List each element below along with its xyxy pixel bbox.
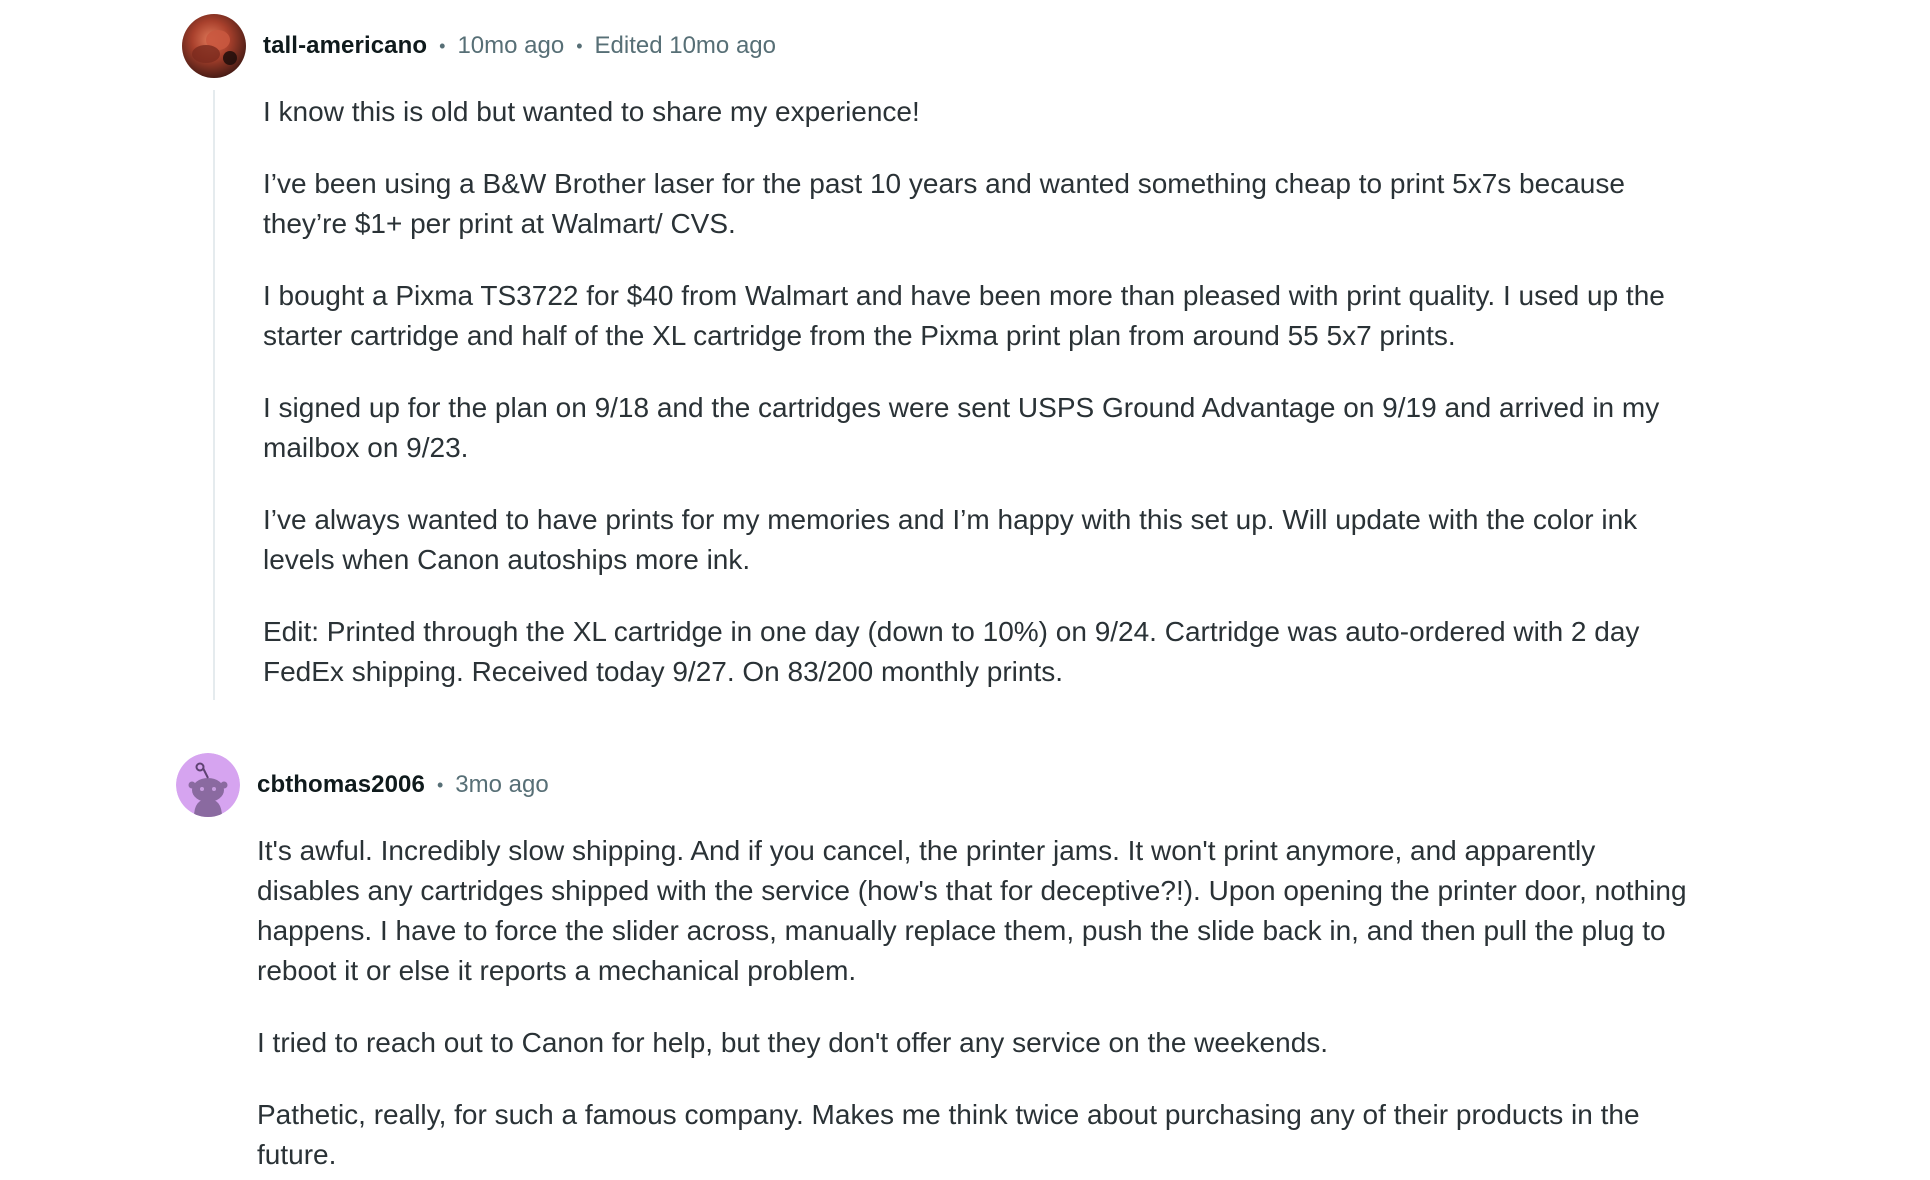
comment-body: I know this is old but wanted to share m…	[263, 92, 1702, 692]
comment-time[interactable]: 10mo ago	[457, 32, 564, 60]
comment-time[interactable]: 3mo ago	[455, 771, 548, 799]
comment-paragraph: I bought a Pixma TS3722 for $40 from Wal…	[263, 280, 1665, 351]
comment-paragraph: Pathetic, really, for such a famous comp…	[257, 1099, 1640, 1170]
comment: tall-americano • 10mo ago • Edited 10mo …	[182, 14, 1702, 724]
user-avatar-photo[interactable]	[182, 14, 246, 78]
username[interactable]: tall-americano	[263, 32, 427, 60]
comment-paragraph: It's awful. Incredibly slow shipping. An…	[257, 835, 1687, 986]
comment-paragraph: I know this is old but wanted to share m…	[263, 96, 920, 127]
comment-header: cbthomas2006 • 3mo ago	[176, 753, 1696, 817]
separator-dot: •	[439, 35, 446, 56]
comment-paragraph: I’ve been using a B&W Brother laser for …	[263, 168, 1625, 239]
username[interactable]: cbthomas2006	[257, 771, 425, 799]
separator-dot: •	[436, 774, 444, 795]
comment-paragraph: I tried to reach out to Canon for help, …	[257, 1027, 1329, 1058]
comment-paragraph: I signed up for the plan on 9/18 and the…	[263, 392, 1660, 463]
snoo-avatar-icon[interactable]	[176, 753, 240, 817]
separator-dot: •	[576, 35, 583, 56]
comment: cbthomas2006 • 3mo ago It's awful. Incre…	[176, 753, 1696, 1180]
thread-line[interactable]	[213, 90, 215, 700]
comment-body: It's awful. Incredibly slow shipping. An…	[257, 831, 1696, 1175]
comment-paragraph: Edit: Printed through the XL cartridge i…	[263, 616, 1640, 687]
comment-thread: tall-americano • 10mo ago • Edited 10mo …	[0, 0, 1930, 1180]
comment-paragraph: I’ve always wanted to have prints for my…	[263, 504, 1638, 575]
edited-label: Edited 10mo ago	[594, 32, 776, 59]
comment-header: tall-americano • 10mo ago • Edited 10mo …	[182, 14, 1702, 78]
